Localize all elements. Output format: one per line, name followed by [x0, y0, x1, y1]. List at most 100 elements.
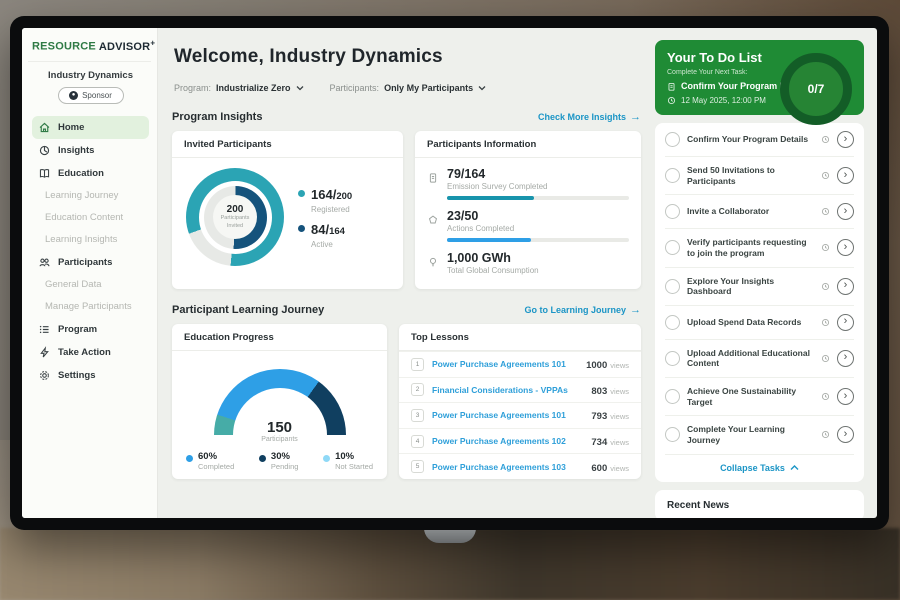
- todo-summary-card: Your To Do List Complete Your Next Task:…: [655, 40, 864, 115]
- lesson-rank: 3: [411, 409, 424, 422]
- invited-donut-ring-inner: 200 Participants Invited: [204, 186, 267, 249]
- sidebar-item-take-action[interactable]: Take Action: [32, 341, 149, 364]
- emission-survey-row: 79/164 Emission Survey Completed: [415, 158, 641, 200]
- task-open-button[interactable]: ›: [837, 278, 854, 295]
- lesson-row: 2 Financial Considerations - VPPAs 803vi…: [399, 377, 641, 403]
- program-value: Industrialize Zero: [216, 83, 291, 93]
- task-label: Complete Your Learning Journey: [687, 424, 814, 445]
- task-checkbox[interactable]: [665, 315, 680, 330]
- clock-icon: [821, 243, 830, 252]
- sidebar-item-home[interactable]: Home: [32, 116, 149, 139]
- lesson-link[interactable]: Financial Considerations - VPPAs: [432, 385, 583, 395]
- program-insights-title: Program Insights: [172, 111, 262, 123]
- sidebar-item-general-data[interactable]: General Data: [32, 274, 149, 296]
- sidebar-item-label: Participants: [58, 257, 112, 268]
- task-open-button[interactable]: ›: [837, 131, 854, 148]
- sidebar-item-education[interactable]: Education: [32, 162, 149, 185]
- task-checkbox[interactable]: [665, 168, 680, 183]
- task-open-button[interactable]: ›: [837, 167, 854, 184]
- chevron-down-icon: [296, 85, 304, 91]
- lesson-link[interactable]: Power Purchase Agreements 102: [432, 436, 583, 446]
- participants-value: Only My Participants: [384, 83, 473, 93]
- task-checkbox[interactable]: [665, 279, 680, 294]
- lesson-row: 3 Power Purchase Agreements 101 793views: [399, 402, 641, 428]
- sidebar: RESOURCE ADVISOR+ Industry Dynamics ● Sp…: [22, 28, 158, 518]
- sponsor-icon: ●: [69, 91, 78, 100]
- participants-information-title: Participants Information: [415, 131, 641, 158]
- task-open-button[interactable]: ›: [837, 388, 854, 405]
- emission-survey-value: 79/164: [447, 167, 629, 181]
- participants-information-card: Participants Information 79/164 Emission…: [415, 131, 641, 289]
- home-icon: [38, 121, 51, 134]
- sidebar-item-participants[interactable]: Participants: [32, 251, 149, 274]
- program-select[interactable]: Program:Industrialize Zero: [174, 78, 304, 96]
- task-row: Upload Additional Educational Content ›: [665, 340, 854, 378]
- chevron-down-icon: [478, 85, 486, 91]
- lesson-row: 1 Power Purchase Agreements 101 1000view…: [399, 351, 641, 377]
- filters-row: Program:Industrialize Zero Participants:…: [174, 78, 641, 96]
- arrow-right-icon: →: [630, 112, 641, 123]
- participants-select[interactable]: Participants:Only My Participants: [330, 78, 487, 96]
- legend-active: 84/164 Active: [298, 221, 352, 249]
- clock-icon: [667, 96, 676, 105]
- sidebar-item-label: Education: [58, 168, 104, 179]
- task-checkbox[interactable]: [665, 240, 680, 255]
- brand-logo-resource: RESOURCE: [32, 41, 96, 53]
- sidebar-item-learning-insights[interactable]: Learning Insights: [32, 229, 149, 251]
- task-checkbox[interactable]: [665, 427, 680, 442]
- task-checkbox[interactable]: [665, 132, 680, 147]
- task-checkbox[interactable]: [665, 389, 680, 404]
- task-open-button[interactable]: ›: [837, 350, 854, 367]
- sidebar-nav: Home Insights Education Learning Journey…: [32, 116, 149, 387]
- lesson-link[interactable]: Power Purchase Agreements 103: [432, 462, 583, 472]
- collapse-tasks-link[interactable]: Collapse Tasks: [665, 455, 854, 482]
- lesson-link[interactable]: Power Purchase Agreements 101: [432, 359, 578, 369]
- education-progress-card: Education Progress 150 Participants 60%C…: [172, 324, 387, 479]
- legend-dot: [323, 455, 330, 462]
- legend-dot: [259, 455, 266, 462]
- go-to-learning-journey-link[interactable]: Go to Learning Journey→: [524, 305, 641, 316]
- clock-icon: [821, 430, 830, 439]
- task-checkbox[interactable]: [665, 204, 680, 219]
- brand-logo-advisor: ADVISOR+: [99, 41, 155, 53]
- task-checkbox[interactable]: [665, 351, 680, 366]
- lesson-rank: 2: [411, 383, 424, 396]
- sidebar-item-program[interactable]: Program: [32, 318, 149, 341]
- task-open-button[interactable]: ›: [837, 239, 854, 256]
- emission-survey-progress: [447, 196, 629, 200]
- sidebar-item-manage-participants[interactable]: Manage Participants: [32, 296, 149, 318]
- task-row: Confirm Your Program Details ›: [665, 123, 854, 157]
- monitor-stand: [424, 528, 476, 543]
- check-more-insights-link[interactable]: Check More Insights→: [538, 112, 641, 123]
- lesson-link[interactable]: Power Purchase Agreements 101: [432, 410, 583, 420]
- sidebar-item-label: Take Action: [58, 347, 111, 358]
- legend-dot: [298, 190, 305, 197]
- org-name: Industry Dynamics: [32, 70, 149, 81]
- take-action-icon: [38, 346, 51, 359]
- gauge-participants-count: 150: [214, 419, 346, 436]
- gauge-participants-label: Participants: [214, 436, 346, 443]
- program-icon: [38, 323, 51, 336]
- task-row: Upload Spend Data Records ›: [665, 306, 854, 340]
- education-progress-title: Education Progress: [172, 324, 387, 351]
- task-row: Verify participants requesting to join t…: [665, 229, 854, 267]
- legend-registered: 164/200 Registered: [298, 186, 352, 214]
- sidebar-item-label: Learning Journey: [45, 190, 118, 201]
- sidebar-item-education-content[interactable]: Education Content: [32, 207, 149, 229]
- sidebar-item-learning-journey[interactable]: Learning Journey: [32, 185, 149, 207]
- task-row: Complete Your Learning Journey ›: [665, 416, 854, 454]
- recent-news-title: Recent News: [667, 500, 852, 511]
- program-insights-header: Program Insights Check More Insights→: [172, 111, 641, 123]
- task-row: Invite a Collaborator ›: [665, 195, 854, 229]
- consumption-label: Total Global Consumption: [447, 266, 539, 275]
- sponsor-badge: ● Sponsor: [58, 87, 124, 104]
- task-open-button[interactable]: ›: [837, 203, 854, 220]
- sidebar-item-settings[interactable]: Settings: [32, 364, 149, 387]
- learning-journey-header: Participant Learning Journey Go to Learn…: [172, 304, 641, 316]
- task-open-button[interactable]: ›: [837, 314, 854, 331]
- task-open-button[interactable]: ›: [837, 426, 854, 443]
- consumption-row: 1,000 GWh Total Global Consumption: [415, 242, 641, 275]
- clock-icon: [821, 282, 830, 291]
- sidebar-item-label: Home: [58, 122, 84, 133]
- sidebar-item-insights[interactable]: Insights: [32, 139, 149, 162]
